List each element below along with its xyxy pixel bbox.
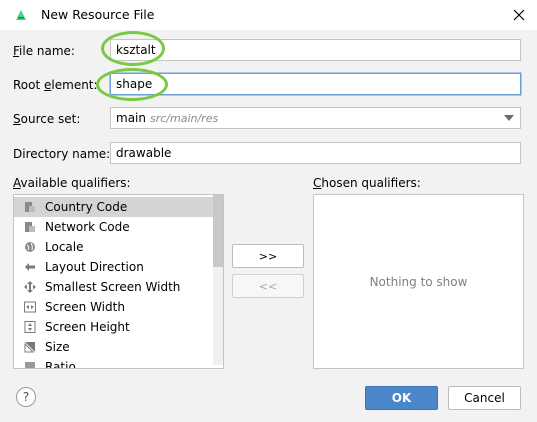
qualifier-label: Locale	[45, 240, 84, 254]
source-set-hint: src/main/res	[149, 111, 219, 125]
list-item[interactable]: Ratio	[14, 357, 214, 369]
directory-name-value: drawable	[116, 146, 172, 160]
list-item[interactable]: Locale	[14, 237, 214, 257]
root-element-label: Root element:	[13, 78, 98, 92]
list-item[interactable]: Layout Direction	[14, 257, 214, 277]
close-icon	[513, 9, 525, 21]
available-qualifiers-label: Available qualifiers:	[13, 176, 131, 190]
remove-qualifier-button[interactable]: <<	[232, 274, 304, 298]
directory-name-label: Directory name:	[13, 147, 111, 161]
empty-state-text: Nothing to show	[369, 274, 468, 289]
scrollbar-thumb[interactable]	[213, 195, 223, 267]
root-element-input[interactable]: shape	[110, 73, 521, 95]
qualifier-label: Screen Height	[45, 320, 130, 334]
source-set-dropdown[interactable]: main src/main/res	[110, 107, 521, 129]
ratio-icon	[24, 361, 36, 368]
chosen-qualifiers-label: Chosen qualifiers:	[313, 176, 421, 190]
android-studio-icon	[16, 10, 26, 20]
chosen-qualifiers-list[interactable]: Nothing to show	[313, 194, 524, 369]
qualifier-label: Layout Direction	[45, 260, 144, 274]
available-qualifiers-list[interactable]: Country Code Network Code Locale Layout …	[13, 194, 224, 369]
chevron-down-icon	[504, 115, 514, 121]
list-item[interactable]: Country Code	[14, 197, 214, 217]
screen-height-icon	[24, 321, 36, 333]
close-button[interactable]	[505, 3, 533, 27]
root-element-value: shape	[116, 77, 153, 91]
smallest-width-icon	[24, 281, 36, 293]
file-name-value: ksztalt	[116, 43, 156, 57]
list-item[interactable]: Smallest Screen Width	[14, 277, 214, 297]
qualifier-label: Ratio	[45, 360, 76, 369]
list-item[interactable]: Network Code	[14, 217, 214, 237]
list-item[interactable]: Size	[14, 337, 214, 357]
qualifier-label: Smallest Screen Width	[45, 280, 181, 294]
help-button[interactable]: ?	[16, 387, 36, 407]
list-item[interactable]: Screen Width	[14, 297, 214, 317]
list-item[interactable]: Screen Height	[14, 317, 214, 337]
qualifier-label: Network Code	[45, 220, 130, 234]
directory-name-input[interactable]: drawable	[110, 142, 521, 164]
globe-icon	[24, 241, 36, 253]
size-icon	[24, 341, 36, 353]
window-title: New Resource File	[41, 7, 155, 22]
qualifiers-scrollbar[interactable]	[213, 195, 223, 365]
source-set-label: Source set:	[13, 112, 81, 126]
file-name-input[interactable]: ksztalt	[110, 39, 521, 61]
file-name-label: File name:	[13, 44, 75, 58]
country-code-icon	[24, 201, 36, 213]
source-set-value: main	[116, 111, 146, 125]
layout-direction-icon	[24, 261, 36, 273]
cancel-button[interactable]: Cancel	[448, 386, 521, 410]
qualifier-label: Screen Width	[45, 300, 125, 314]
screen-width-icon	[24, 301, 36, 313]
add-qualifier-button[interactable]: >>	[232, 244, 304, 268]
help-icon: ?	[22, 390, 30, 404]
qualifier-label: Size	[45, 340, 70, 354]
qualifier-label: Country Code	[45, 200, 128, 214]
network-code-icon	[24, 221, 36, 233]
ok-button[interactable]: OK	[365, 386, 438, 410]
